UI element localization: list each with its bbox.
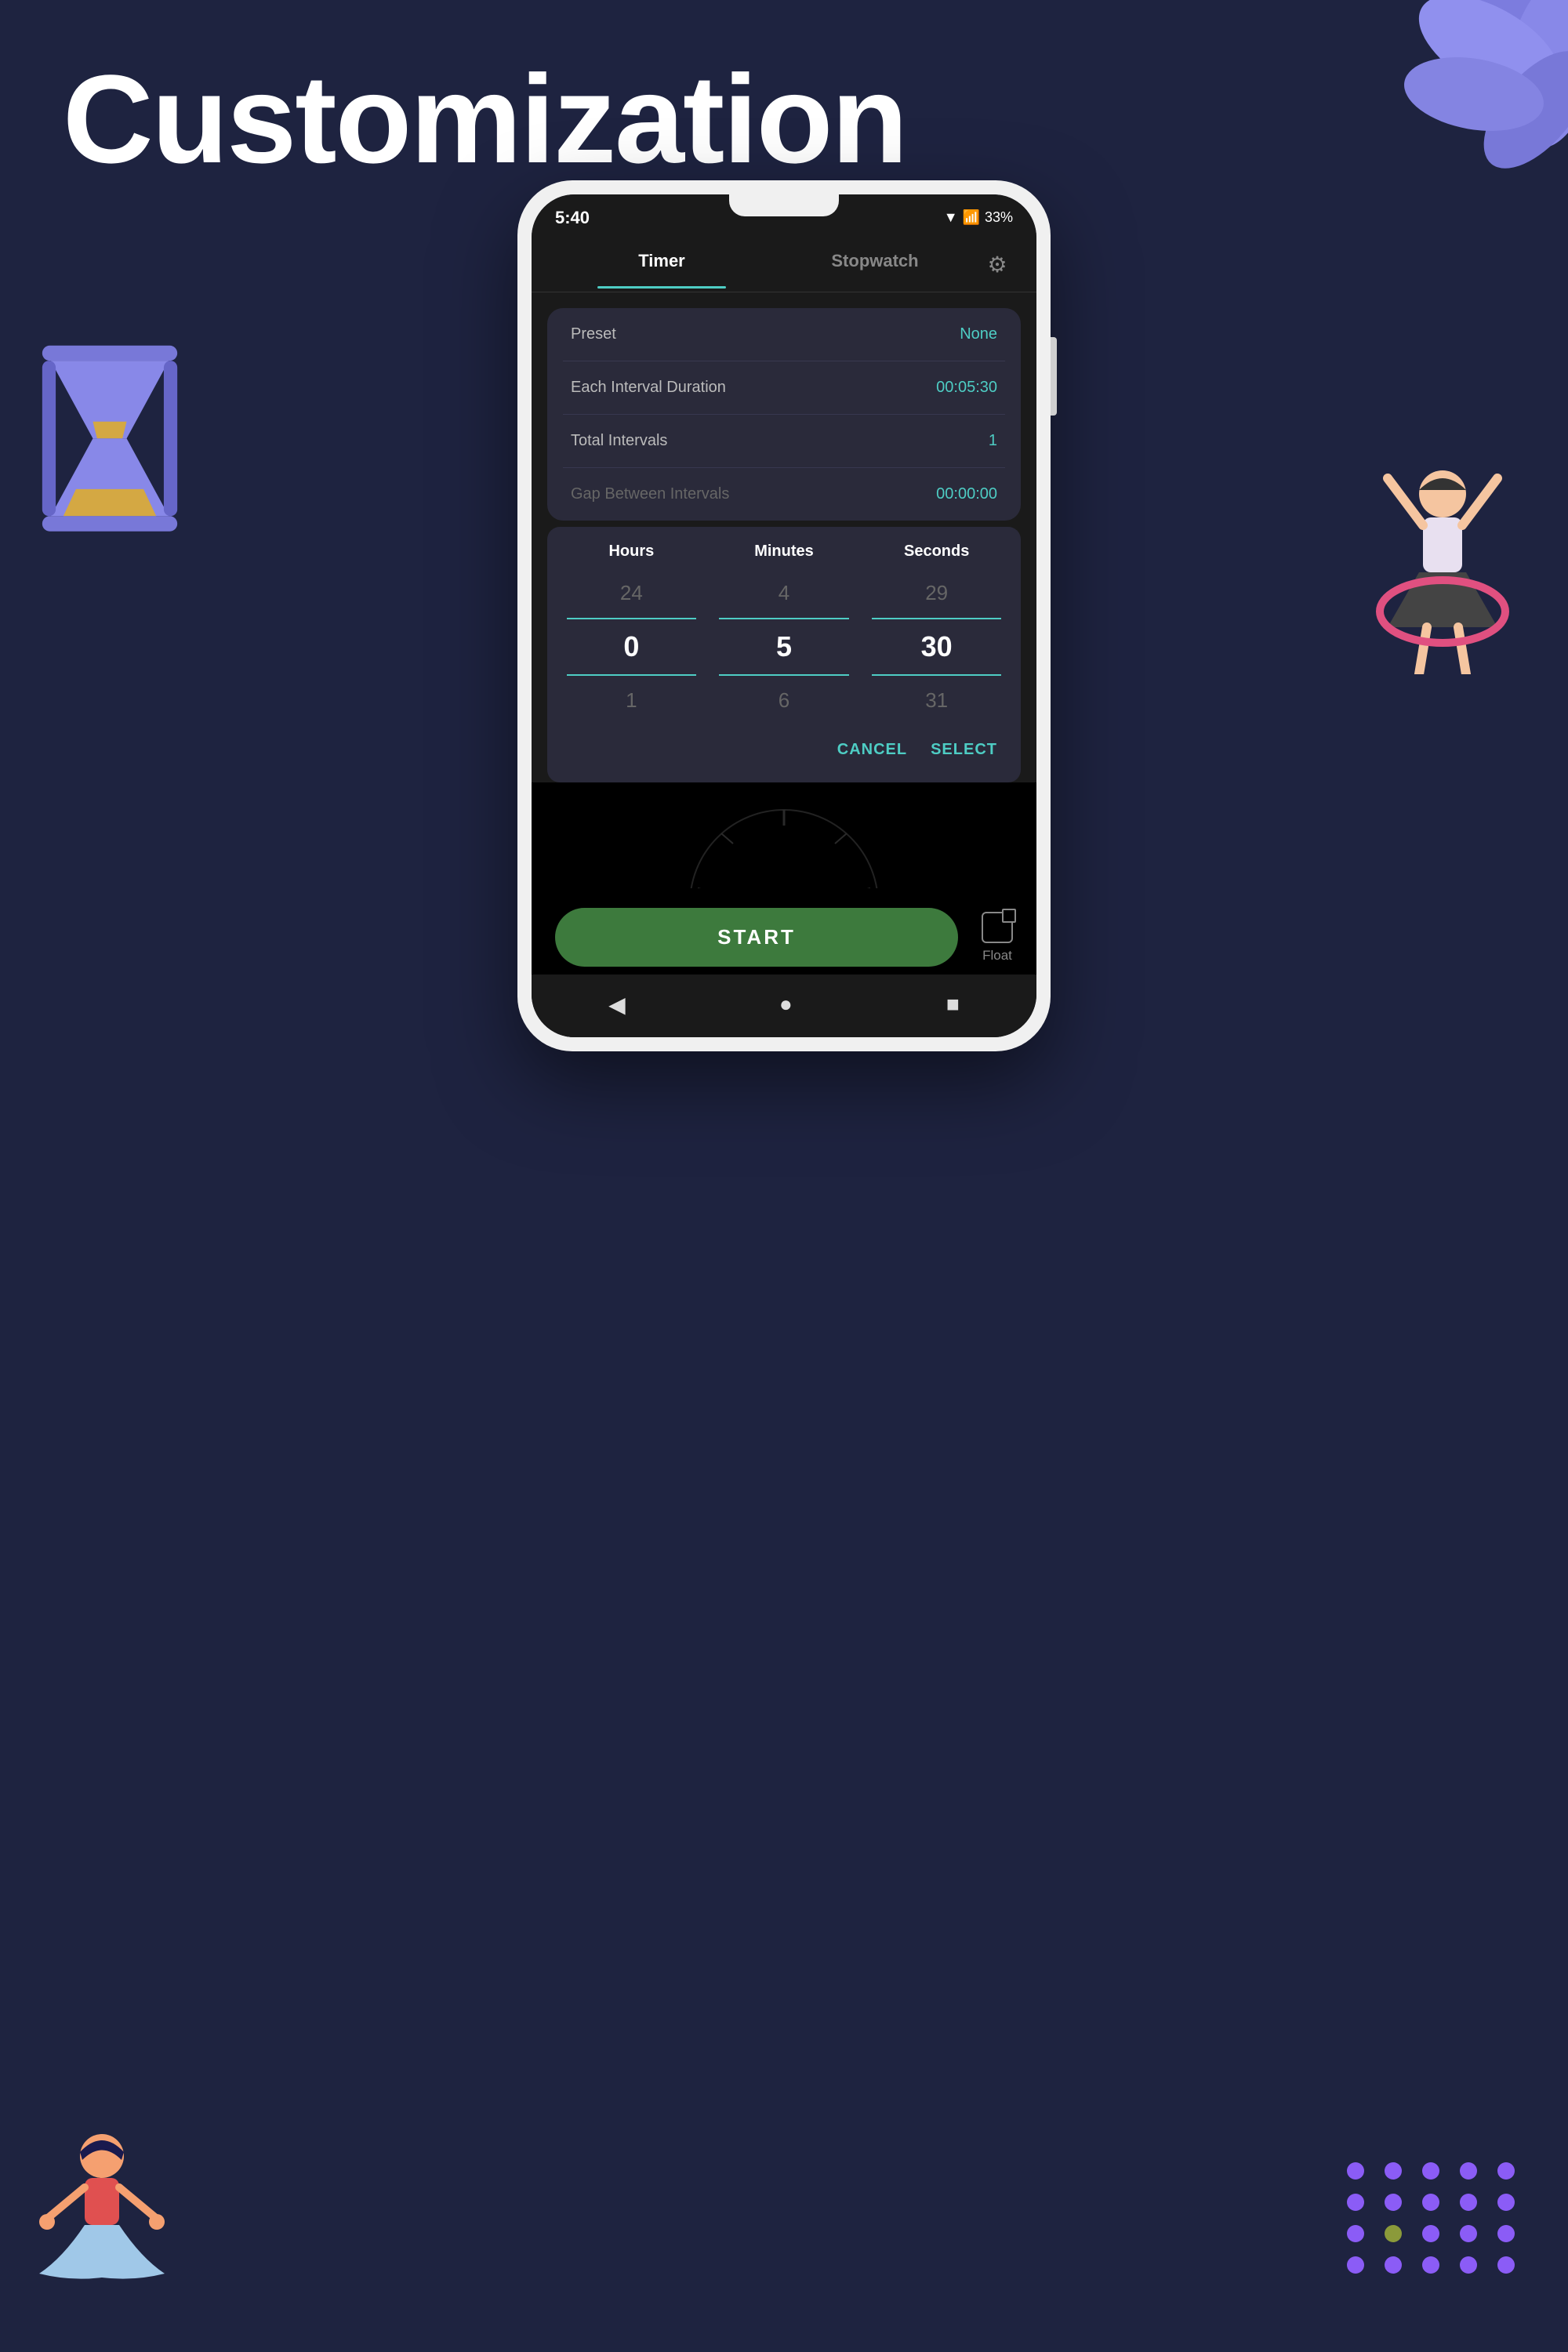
clock-area	[532, 782, 1036, 892]
interval-duration-row[interactable]: Each Interval Duration 00:05:30	[563, 361, 1005, 415]
tab-timer[interactable]: Timer	[555, 251, 768, 279]
battery-level: 33%	[985, 209, 1013, 226]
dot	[1385, 2162, 1402, 2180]
seconds-below: 31	[860, 676, 1013, 725]
settings-gear-icon[interactable]: ⚙	[982, 249, 1013, 281]
seconds-column[interactable]: 29 30 31	[860, 568, 1013, 725]
dot	[1497, 2256, 1515, 2274]
total-intervals-row[interactable]: Total Intervals 1	[563, 415, 1005, 468]
float-icon	[982, 912, 1013, 943]
seconds-above: 29	[860, 568, 1013, 618]
minutes-selected: 5	[708, 619, 861, 674]
dot	[1460, 2194, 1477, 2211]
hours-below: 1	[555, 676, 708, 725]
preset-value: None	[960, 325, 997, 343]
minutes-header: Minutes	[708, 543, 861, 561]
phone-outer: 5:40 ▼ 📶 33% Timer Stopwatch ⚙	[517, 180, 1051, 1051]
side-button	[1051, 337, 1057, 416]
dot	[1460, 2162, 1477, 2180]
seconds-header: Seconds	[860, 543, 1013, 561]
phone-screen: 5:40 ▼ 📶 33% Timer Stopwatch ⚙	[532, 194, 1036, 1037]
hours-header: Hours	[555, 543, 708, 561]
dots-decoration	[1347, 2162, 1521, 2274]
hours-column[interactable]: 24 0 1	[555, 568, 708, 725]
dot	[1385, 2256, 1402, 2274]
tab-stopwatch[interactable]: Stopwatch	[768, 251, 982, 279]
clock-svg	[666, 786, 902, 888]
hours-selected: 0	[555, 619, 708, 674]
select-button[interactable]: SELECT	[931, 741, 997, 759]
back-nav-button[interactable]: ◀	[608, 992, 626, 1018]
interval-duration-label: Each Interval Duration	[571, 379, 726, 397]
cancel-button[interactable]: CANCEL	[837, 741, 907, 759]
flower-decoration	[1333, 0, 1568, 220]
dot	[1422, 2194, 1439, 2211]
signal-icon: 📶	[963, 209, 980, 226]
preset-label: Preset	[571, 325, 616, 343]
dot	[1422, 2225, 1439, 2242]
nav-bar: ◀ ● ■	[532, 975, 1036, 1037]
minutes-below: 6	[708, 676, 861, 725]
picker-columns: 24 0 1 4	[555, 568, 1013, 725]
dot	[1422, 2162, 1439, 2180]
float-button[interactable]: Float	[982, 912, 1013, 964]
gap-row[interactable]: Gap Between Intervals 00:00:00	[563, 468, 1005, 521]
float-label: Float	[982, 948, 1012, 964]
hours-above: 24	[555, 568, 708, 618]
total-intervals-value: 1	[989, 432, 997, 450]
time-picker: Hours Minutes Seconds 24 0	[547, 527, 1021, 782]
dot	[1422, 2256, 1439, 2274]
gap-value: 00:00:00	[936, 485, 997, 503]
dot	[1347, 2162, 1364, 2180]
hourglass-decoration	[24, 337, 196, 557]
dot	[1460, 2225, 1477, 2242]
dot	[1385, 2194, 1402, 2211]
minutes-selected-container: 5	[708, 618, 861, 676]
gap-label: Gap Between Intervals	[571, 485, 729, 503]
exercise-person	[1364, 455, 1521, 674]
app-content: Timer Stopwatch ⚙ Preset None Each Inter…	[532, 238, 1036, 1037]
dot	[1347, 2256, 1364, 2274]
dot	[1347, 2225, 1364, 2242]
recent-nav-button[interactable]: ■	[946, 992, 960, 1017]
dot	[1497, 2225, 1515, 2242]
page-title: Customization	[63, 47, 906, 191]
dot	[1460, 2256, 1477, 2274]
meditation-person	[24, 2125, 180, 2313]
tabs-bar: Timer Stopwatch ⚙	[532, 238, 1036, 292]
minutes-above: 4	[708, 568, 861, 618]
wifi-icon: ▼	[944, 209, 958, 226]
dot	[1497, 2162, 1515, 2180]
dot	[1347, 2194, 1364, 2211]
total-intervals-label: Total Intervals	[571, 432, 667, 450]
start-button[interactable]: START	[555, 908, 958, 967]
home-nav-button[interactable]: ●	[779, 992, 793, 1017]
seconds-selected: 30	[860, 619, 1013, 674]
phone: 5:40 ▼ 📶 33% Timer Stopwatch ⚙	[517, 180, 1051, 1051]
minutes-column[interactable]: 4 5 6	[708, 568, 861, 725]
phone-notch	[729, 194, 839, 216]
bottom-area: START Float	[532, 892, 1036, 975]
dot-olive	[1385, 2225, 1402, 2242]
settings-panel: Preset None Each Interval Duration 00:05…	[547, 308, 1021, 521]
preset-row[interactable]: Preset None	[563, 308, 1005, 361]
seconds-selected-container: 30	[860, 618, 1013, 676]
status-icons: ▼ 📶 33%	[944, 209, 1013, 226]
picker-headers: Hours Minutes Seconds	[555, 543, 1013, 561]
interval-duration-value: 00:05:30	[936, 379, 997, 397]
dot	[1497, 2194, 1515, 2211]
status-time: 5:40	[555, 208, 590, 228]
hours-selected-container: 0	[555, 618, 708, 676]
picker-actions: CANCEL SELECT	[555, 725, 1013, 767]
